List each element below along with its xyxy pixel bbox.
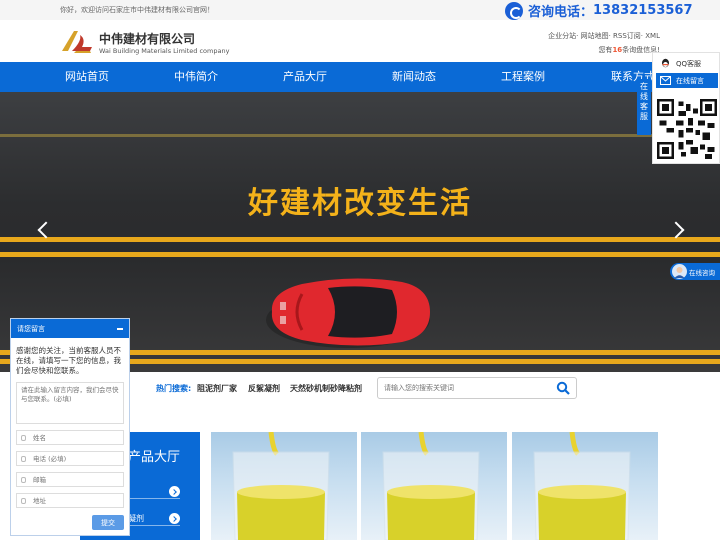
road-line	[0, 237, 720, 242]
location-icon	[21, 498, 26, 504]
message-textarea[interactable]	[16, 382, 124, 424]
hot-keyword[interactable]: 天然砂机制砂降粘剂	[290, 383, 362, 394]
email-field	[16, 472, 124, 487]
agent-avatar-icon	[672, 264, 687, 279]
nav-products[interactable]: 产品大厅	[250, 62, 360, 92]
message-service-item[interactable]: 在线留言	[656, 73, 718, 88]
inquiry-info[interactable]: 您有16条询盘信息!	[598, 45, 660, 55]
company-logo-icon[interactable]	[60, 27, 94, 55]
hotline-number[interactable]: 13832153567	[593, 3, 693, 18]
hotline: 咨询电话： 13832153567	[505, 1, 693, 20]
top-bar: 你好，欢迎访问石家庄市中伟建材有限公司官网！ 咨询电话： 13832153567	[0, 0, 720, 20]
online-service-strip[interactable]: 在 线 客 服	[637, 79, 651, 135]
address-field	[16, 493, 124, 508]
minimize-icon[interactable]	[117, 328, 123, 330]
hot-keyword[interactable]: 阻泥剂厂家	[197, 383, 237, 394]
banner-prev-arrow[interactable]	[37, 221, 55, 239]
service-char: 服	[640, 112, 648, 121]
inquiry-count: 16	[612, 46, 623, 54]
product-card[interactable]	[512, 432, 658, 540]
nav-about[interactable]: 中伟简介	[141, 62, 251, 92]
company-english-name: Wai Building Materials Limited company	[99, 47, 230, 55]
welcome-text: 你好，欢迎访问石家庄市中伟建材有限公司官网！	[60, 6, 214, 14]
nav-cases[interactable]: 工程案例	[468, 62, 578, 92]
beaker-image	[382, 432, 480, 540]
qq-icon	[662, 58, 669, 68]
message-widget-intro: 感谢您的关注，当前客服人员不在线，请填写一下您的信息，我们会尽快和您联系。	[16, 346, 121, 375]
qr-code-image	[657, 99, 717, 159]
search-box	[377, 377, 577, 399]
online-consult-button[interactable]: 在线咨询	[670, 263, 720, 280]
banner-dots[interactable]	[352, 362, 382, 372]
hotline-label: 咨询电话：	[528, 5, 594, 20]
main-nav: 网站首页 中伟简介 产品大厅 新闻动态 工程案例 联系方式	[0, 62, 720, 92]
hot-search-label: 热门搜索:	[156, 384, 192, 393]
name-field	[16, 430, 124, 445]
address-input[interactable]	[33, 496, 121, 506]
message-label: 在线留言	[676, 77, 704, 85]
search-input[interactable]	[384, 381, 544, 395]
email-icon	[21, 477, 26, 483]
leave-message-widget: 请您留言 感谢您的关注，当前客服人员不在线，请填写一下您的信息，我们会尽快和您联…	[10, 318, 130, 536]
mail-icon	[660, 76, 671, 85]
submit-button[interactable]: 提交	[92, 515, 124, 530]
header: 中伟建材有限公司 Wai Building Materials Limited …	[0, 20, 720, 62]
qq-service-item[interactable]: QQ客服	[656, 57, 718, 70]
hot-keyword[interactable]: 反絮凝剂	[248, 383, 280, 394]
service-char: 在	[640, 82, 648, 91]
nav-news[interactable]: 新闻动态	[359, 62, 469, 92]
product-card[interactable]	[361, 432, 507, 540]
user-icon	[21, 435, 26, 441]
header-links[interactable]: 企业分站· 网站地图· RSS订阅· XML	[548, 31, 660, 41]
consult-label: 在线咨询	[689, 269, 715, 277]
road-line	[0, 252, 720, 257]
arrow-right-icon	[169, 513, 180, 524]
phone-field-icon	[21, 456, 26, 462]
beaker-image	[533, 432, 631, 540]
message-widget-header: 请您留言	[11, 319, 129, 338]
email-input[interactable]	[33, 475, 121, 485]
search-icon[interactable]	[556, 381, 570, 395]
phone-icon	[505, 1, 523, 20]
product-card[interactable]	[211, 432, 357, 540]
product-panel-title: 产品大厅	[128, 450, 181, 465]
arrow-right-icon	[169, 486, 180, 497]
beaker-image	[232, 432, 330, 540]
service-char: 线	[640, 92, 648, 101]
phone-field	[16, 451, 124, 466]
nav-home[interactable]: 网站首页	[32, 62, 142, 92]
company-name: 中伟建材有限公司	[99, 32, 196, 46]
name-input[interactable]	[33, 433, 121, 443]
side-service-panel: QQ客服 在线留言	[652, 52, 720, 164]
inquiry-prefix: 您有	[598, 46, 613, 54]
qq-label: QQ客服	[676, 60, 702, 68]
banner-slogan: 好建材改变生活	[248, 186, 472, 221]
road-line	[0, 134, 720, 137]
service-char: 客	[640, 102, 648, 111]
banner-next-arrow[interactable]	[667, 221, 685, 239]
category-label: 凝剂	[128, 514, 144, 523]
red-car-image	[266, 278, 430, 348]
phone-input[interactable]	[33, 454, 121, 464]
message-widget-title: 请您留言	[17, 325, 45, 333]
